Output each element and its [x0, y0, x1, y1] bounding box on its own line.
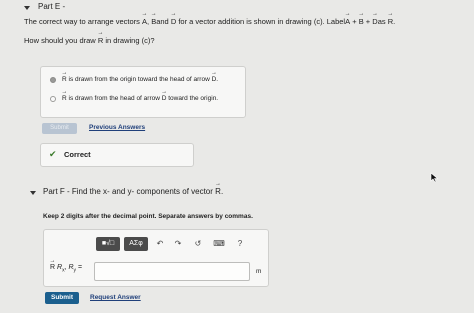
feedback-text: Correct: [64, 150, 91, 159]
request-answer-link[interactable]: Request Answer: [90, 294, 141, 301]
help-icon[interactable]: ?: [234, 237, 246, 251]
check-icon: ✔: [49, 149, 57, 159]
answer-panel: ■√□ ΑΣφ ↶ ↷ ↺ ⌨ ? R Rx, Ry =: [43, 229, 269, 287]
answer-options-card: R is drawn from the origin toward the he…: [40, 66, 246, 118]
part-e-header[interactable]: Part E -: [38, 2, 65, 11]
correct-feedback-box: ✔ Correct: [40, 143, 194, 167]
part-f-header[interactable]: Part F - Find the x- and y- components o…: [43, 187, 223, 196]
previous-answers-link[interactable]: Previous Answers: [89, 124, 145, 131]
templates-button[interactable]: ■√□: [96, 237, 120, 251]
option-1-label[interactable]: R is drawn from the origin toward the he…: [62, 76, 218, 83]
part-e-question: The correct way to arrange vectors A, Ba…: [24, 17, 395, 26]
collapse-part-e-icon[interactable]: [24, 6, 30, 10]
unit-label: m: [256, 268, 262, 275]
redo-icon[interactable]: ↷: [172, 237, 184, 251]
greek-symbols-button[interactable]: ΑΣφ: [124, 237, 148, 251]
option-2-label[interactable]: R is drawn from the head of arrow D towa…: [62, 95, 218, 102]
math-toolbar: ■√□ ΑΣφ ↶ ↷ ↺ ⌨ ?: [96, 237, 256, 251]
mouse-cursor-icon: [430, 172, 439, 183]
part-f-submit-button[interactable]: Submit: [45, 292, 79, 304]
answer-input[interactable]: [94, 262, 250, 281]
input-label: R Rx, Ry =: [50, 264, 82, 273]
collapse-part-f-icon[interactable]: [30, 191, 36, 195]
part-e-subquestion: How should you draw R in drawing (c)?: [24, 36, 155, 45]
option-1-radio[interactable]: [50, 77, 56, 83]
option-2-radio[interactable]: [50, 96, 56, 102]
reset-icon[interactable]: ↺: [192, 237, 204, 251]
part-e-submit-button[interactable]: Submit: [42, 123, 77, 134]
keyboard-icon[interactable]: ⌨: [212, 237, 226, 251]
part-f-instruction: Keep 2 digits after the decimal point. S…: [43, 213, 253, 220]
undo-icon[interactable]: ↶: [154, 237, 166, 251]
